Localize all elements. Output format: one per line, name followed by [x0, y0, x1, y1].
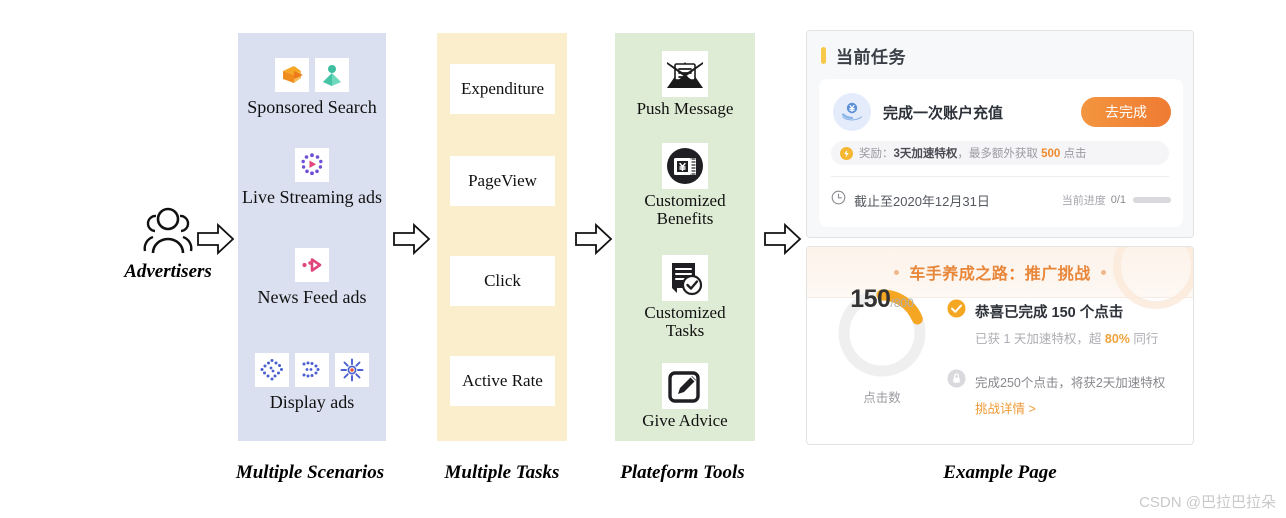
tool-give-advice: Give Advice	[615, 363, 755, 430]
challenge-detail-link[interactable]: 挑战详情 >	[975, 398, 1182, 417]
task-box-pageview: PageView	[450, 156, 555, 206]
scenario-news-feed: News Feed ads	[238, 248, 386, 308]
live-streaming-icon	[295, 148, 329, 182]
progress-wrap: 当前进度 0/1	[1062, 192, 1171, 208]
progress-label: 当前进度	[1061, 195, 1106, 207]
challenge-card: 车手养成之路：推广挑战 150 /800 点击数 恭喜已完成 150 个点击 已…	[806, 246, 1194, 445]
scenario-display-ads: Display ads	[238, 353, 386, 413]
scenarios-column: Sponsored Search Live Streaming ads News…	[238, 33, 386, 441]
task-box-active-rate: Active Rate	[450, 356, 555, 406]
figure-canvas: Advertisers Sponsored Search Live Stream…	[0, 0, 1286, 518]
progress-value: 0/1	[1110, 194, 1126, 206]
scenario-live-streaming: Live Streaming ads	[238, 148, 386, 208]
display-ads-burst-icon	[335, 353, 369, 387]
lightning-coin-icon	[840, 146, 853, 160]
task-row: 完成一次账户充值 去完成	[833, 89, 1171, 135]
scenario-label: Display ads	[269, 392, 355, 412]
tool-label: Customized Benefits	[644, 191, 726, 229]
check-circle-icon	[947, 299, 966, 323]
sponsored-search-orange-icon	[275, 58, 309, 92]
go-complete-button[interactable]: 去完成	[1081, 97, 1171, 127]
pencil-square-icon	[662, 363, 708, 409]
reward-text: 奖励：3天加速特权，最多额外获取 500 点击	[859, 148, 1087, 160]
deadline-text: 截止至2020年12月31日	[854, 193, 990, 209]
progress-bar	[1133, 197, 1171, 203]
current-task-header: 当前任务	[807, 31, 1193, 79]
reward-row: 奖励：3天加速特权，最多额外获取 500 点击	[831, 141, 1169, 165]
caption-scenarios: Multiple Scenarios	[235, 462, 385, 483]
arrow-advertisers-to-scenarios	[196, 222, 236, 261]
ring-total: /800	[890, 296, 914, 310]
caption-tools: Plateform Tools	[620, 462, 745, 483]
tool-customized-benefits: Customized Benefits	[615, 143, 755, 229]
challenge-next-row: 完成250个点击，将获2天加速特权	[947, 369, 1182, 393]
current-task-title: 当前任务	[836, 47, 906, 67]
tool-customized-tasks: Customized Tasks	[615, 255, 755, 341]
header-dot-left-icon	[894, 269, 900, 275]
accent-bar	[821, 46, 826, 64]
task-inner-card: 完成一次账户充值 去完成 奖励：3天加速特权，最多额外获取 500 点击 截止至…	[819, 79, 1183, 227]
task-name: 完成一次账户充值	[883, 104, 1004, 122]
checklist-icon	[662, 255, 708, 301]
header-dot-right-icon	[1100, 269, 1106, 275]
watermark: CSDN @巴拉巴拉朵	[1139, 494, 1276, 511]
sponsored-search-green-icon	[315, 58, 349, 92]
people-group-icon	[143, 207, 193, 254]
caption-example: Example Page	[943, 462, 1057, 483]
tool-push-message: Push Message	[615, 51, 755, 118]
task-box-expenditure: Expenditure	[450, 64, 555, 114]
envelope-icon	[662, 51, 708, 97]
display-ads-arrow-icon	[295, 353, 329, 387]
current-task-card: 当前任务 完成一次账户充值 去完成 奖励：3天加速特权，最多额外获取 500 点…	[806, 30, 1194, 238]
news-feed-icon	[295, 248, 329, 282]
divider	[831, 176, 1169, 177]
tool-label: Customized Tasks	[644, 303, 726, 341]
caption-tasks: Multiple Tasks	[444, 462, 560, 483]
ring-caption: 点击数	[863, 391, 901, 405]
scenario-label: News Feed ads	[257, 287, 367, 307]
challenge-details: 恭喜已完成 150 个点击 已获 1 天加速特权，超 80% 同行 完成250个…	[947, 299, 1182, 417]
challenge-sub-text: 已获 1 天加速特权，超 80% 同行	[975, 332, 1159, 346]
ring-center-label: 150 /800	[834, 285, 930, 381]
arrow-tools-to-example	[763, 222, 803, 261]
advertisers-label: Advertisers	[124, 261, 212, 282]
task-box-click: Click	[450, 256, 555, 306]
click-progress-ring-block: 150 /800 点击数	[827, 285, 937, 406]
arrow-scenarios-to-tasks	[392, 222, 432, 261]
arrow-tasks-to-tools	[574, 222, 614, 261]
hand-holding-yen-icon	[833, 93, 871, 131]
display-ads-diamond-icon	[255, 353, 289, 387]
scenario-label: Live Streaming ads	[242, 187, 382, 207]
coupon-yen-icon	[662, 143, 708, 189]
lock-circle-icon	[947, 369, 966, 393]
progress-ring: 150 /800	[834, 285, 930, 381]
tools-column: Push Message Customized Benefits Customi…	[615, 33, 755, 441]
tasks-column: Expenditure PageView Click Active Rate	[437, 33, 567, 441]
challenge-title: 车手养成之路：推广挑战	[909, 266, 1091, 283]
clock-icon	[831, 190, 846, 210]
tool-label: Push Message	[636, 99, 734, 118]
challenge-done-text: 恭喜已完成 150 个点击	[975, 304, 1124, 321]
scenario-sponsored-search: Sponsored Search	[238, 58, 386, 118]
tool-label: Give Advice	[642, 411, 728, 430]
challenge-done-row: 恭喜已完成 150 个点击	[947, 299, 1182, 323]
deadline-row: 截止至2020年12月31日 当前进度 0/1	[831, 183, 1171, 217]
ring-value: 150	[850, 285, 891, 313]
challenge-next-text: 完成250个点击，将获2天加速特权	[975, 375, 1166, 390]
example-page-panel: 当前任务 完成一次账户充值 去完成 奖励：3天加速特权，最多额外获取 500 点…	[806, 30, 1194, 445]
scenario-label: Sponsored Search	[247, 97, 377, 117]
